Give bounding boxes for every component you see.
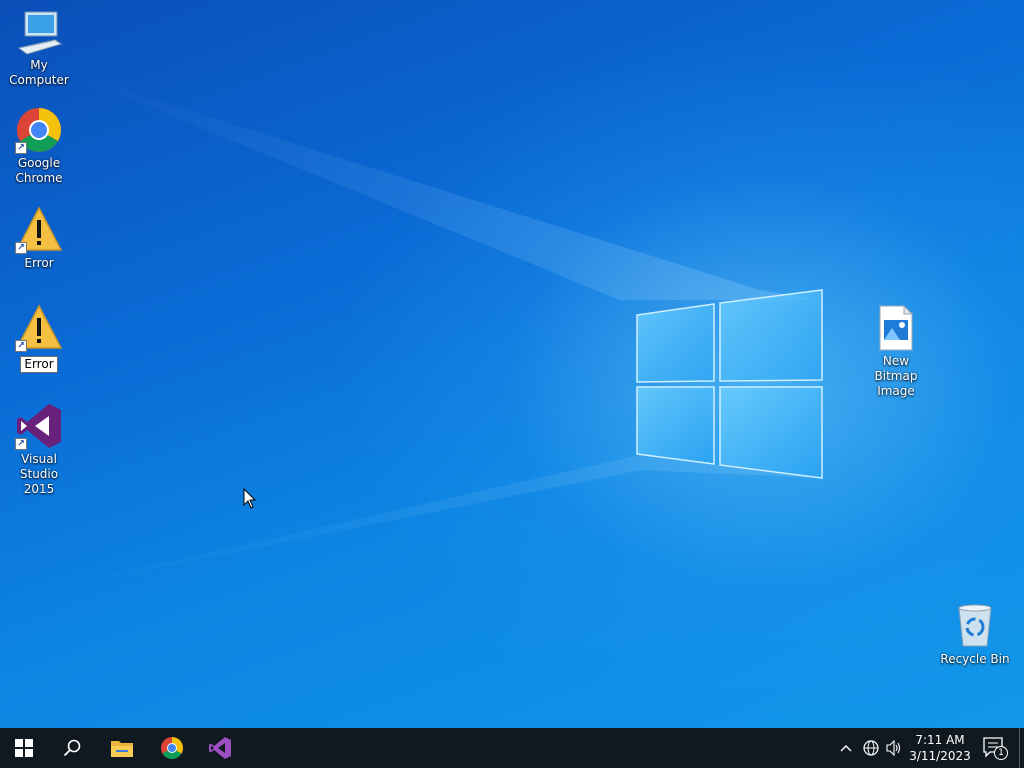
warning-icon: ↗ [15,206,63,254]
chrome-icon [161,737,183,759]
desktop-icon-error-selected[interactable]: ↗ Error [0,304,78,373]
search-button[interactable] [48,728,96,768]
desktop-icon-error[interactable]: ↗ Error [0,206,78,271]
shortcut-arrow-icon: ↗ [15,438,27,450]
shortcut-arrow-icon: ↗ [15,142,27,154]
warning-icon: ↗ [15,304,63,352]
windows-logo-icon [15,739,33,757]
volume-button[interactable] [884,738,904,758]
taskbar-file-explorer[interactable] [98,728,146,768]
show-hidden-icons-button[interactable] [836,738,856,758]
chevron-up-icon [840,745,852,752]
recycle-bin-icon [951,602,999,650]
bitmap-file-icon [872,304,920,352]
desktop-icon-visual-studio[interactable]: ↗ Visual Studio 2015 [0,402,78,497]
desktop-icon-label: Recycle Bin [940,652,1010,666]
clock-time: 7:11 AM [915,733,965,747]
taskbar-chrome[interactable] [148,728,196,768]
desktop-icon-label: New Bitmap Image [874,354,918,398]
clock-date: 3/11/2023 [909,749,971,763]
chrome-icon: ↗ [15,106,63,154]
desktop-icon-google-chrome[interactable]: ↗ Google Chrome [0,106,78,186]
desktop[interactable]: My Computer ↗ Google Chrome ↗ Error ↗ Er… [0,0,1024,728]
desktop-icon-label: My Computer [9,58,69,87]
desktop-icon-recycle-bin[interactable]: Recycle Bin [936,602,1014,667]
desktop-icon-new-bitmap-image[interactable]: New Bitmap Image [857,304,935,399]
taskbar: 7:11 AM 3/11/2023 1 [0,728,1024,768]
start-button[interactable] [0,728,48,768]
desktop-icon-label: Visual Studio 2015 [19,452,59,496]
network-button[interactable] [861,738,881,758]
action-center-button[interactable]: 1 [980,734,1008,762]
windows-logo-wallpaper [636,289,823,479]
desktop-icon-label: Error [20,356,58,373]
folder-icon [111,741,133,757]
volume-icon [886,740,901,756]
network-icon [863,740,879,756]
visual-studio-icon: ↗ [15,402,63,450]
notification-count-badge: 1 [994,746,1008,760]
my-computer-icon [15,8,63,56]
desktop-icon-label: Error [24,256,54,270]
show-desktop-button[interactable] [1019,728,1024,768]
mouse-cursor-icon [243,488,257,509]
visual-studio-icon [209,737,231,759]
shortcut-arrow-icon: ↗ [15,340,27,352]
search-icon [63,739,81,757]
desktop-icon-label: Google Chrome [15,156,63,185]
shortcut-arrow-icon: ↗ [15,242,27,254]
clock[interactable]: 7:11 AM 3/11/2023 [904,731,976,765]
desktop-icon-my-computer[interactable]: My Computer [0,8,78,88]
taskbar-visual-studio[interactable] [196,728,244,768]
